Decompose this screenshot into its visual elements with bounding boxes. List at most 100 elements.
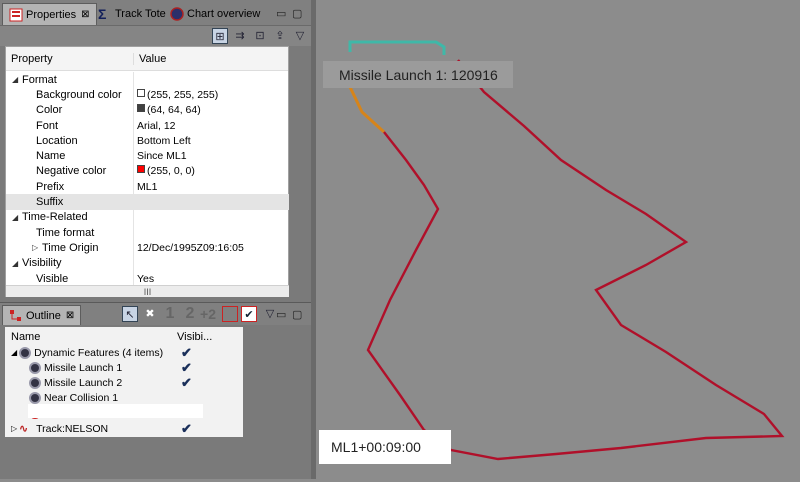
close-icon[interactable]: ⊠ [81,9,89,20]
minimize-icon[interactable]: ▭ [276,7,286,20]
dynamic-feature-icon [29,392,41,405]
outline-item[interactable]: ◢ Dynamic Features (4 items) [11,345,163,360]
categories-toggle-icon[interactable]: ⊞ [212,28,228,44]
selected-row-highlight [28,404,203,418]
outline-icon [9,309,23,323]
tab-properties[interactable]: Properties ⊠ [2,3,97,25]
visibility-check-icon[interactable]: ✔ [181,375,192,391]
view-menu-icon[interactable]: ▽ [292,28,308,44]
property-row[interactable]: Name Since ML1 [6,148,289,164]
orange-track-segment [348,86,386,134]
property-value[interactable]: (255, 255, 255) [147,89,218,101]
property-label: Location [36,134,78,147]
property-label: Font [36,119,59,132]
outline-item[interactable]: Missile Launch 1 [29,360,122,375]
pin-icon[interactable]: ⇪ [272,28,288,44]
property-label: Time Origin [42,241,99,254]
outline-item[interactable]: ▷ ∿ Track:NELSON [11,421,108,436]
globe-icon [170,7,184,21]
tab-label: Properties [26,8,77,21]
select-tool-icon[interactable]: ↖ [122,306,138,322]
property-label: Time-Related [22,211,88,224]
property-value[interactable]: ML1 [137,181,157,193]
tab-chart-overview[interactable]: Chart overview [164,3,266,25]
property-group-row[interactable]: ◢ Visibility [6,255,289,271]
property-row[interactable]: Color (64, 64, 64) [6,102,289,118]
property-group-row[interactable]: ◢ Format [6,72,289,88]
move-down-icon[interactable]: 2 [182,306,198,322]
properties-table: Property Value ◢ Format Background color (2… [5,46,289,297]
expanded-arrow-icon[interactable]: ◢ [11,348,17,357]
horizontal-scrollbar[interactable]: III [6,285,289,297]
filter-icon[interactable]: ⇉ [232,28,248,44]
expanded-arrow-icon[interactable]: ◢ [12,213,22,222]
property-row[interactable]: Visible Yes [6,270,289,287]
teal-track-segment [348,40,446,55]
dynamic-feature-icon [29,361,41,374]
property-row[interactable]: Font Arial, 12 [6,117,289,134]
hide-icon[interactable] [222,306,238,322]
dynamic-feature-icon [19,346,32,359]
property-row[interactable]: Background color (255, 255, 255) [6,87,289,103]
visibility-check-icon[interactable]: ✔ [181,360,192,376]
color-swatch-icon [137,104,145,113]
outline-item[interactable]: Missile Launch 2 [29,375,122,390]
color-swatch-icon [137,88,145,97]
property-label: Format [22,73,57,86]
maximize-icon[interactable]: ▢ [292,7,302,20]
restore-default-icon[interactable]: ⊡ [252,28,268,44]
property-row[interactable]: Negative color (255, 0, 0) [6,163,289,180]
move-plus-icon[interactable]: +2 [200,306,216,322]
col-property: Property [6,52,134,65]
close-icon[interactable]: ⊠ [66,310,74,321]
tab-outline[interactable]: Outline ⊠ [2,305,82,325]
expanded-arrow-icon[interactable]: ◢ [12,259,22,268]
collapsed-arrow-icon[interactable]: ▷ [11,424,17,433]
properties-tabbar: Properties ⊠ Σ Track Tote Chart overview… [0,0,311,26]
property-label: Prefix [36,180,65,193]
properties-icon [9,8,23,22]
outline-item-label: Track:NELSON [36,422,109,435]
tab-label: Outline [26,309,61,322]
collapse-icon[interactable]: ✖ [142,306,158,322]
property-value[interactable]: Bottom Left [137,135,191,147]
since-ml1-label: ML1+00:09:00 [319,430,451,464]
property-value[interactable]: (64, 64, 64) [147,104,201,116]
move-up-icon[interactable]: 1 [162,306,178,322]
property-value[interactable]: 12/Dec/1995Z09:16:05 [137,242,244,254]
col-name: Name [11,330,41,343]
col-value: Value [139,52,167,65]
property-group-row[interactable]: ◢ Time-Related [6,209,289,226]
property-label: Time format [36,226,95,239]
property-label: Name [36,150,66,163]
collapsed-arrow-icon[interactable]: ▷ [32,243,42,252]
dynamic-feature-icon [29,376,41,389]
outline-tree: Name Visibi... ◢ Dynamic Features (4 item… [5,327,243,437]
property-row[interactable]: Location Bottom Left [6,133,289,149]
tab-label: Track Tote [115,8,166,20]
property-value[interactable]: (255, 0, 0) [147,165,195,177]
outline-item-label: Near Collision 1 [44,392,119,405]
tab-track-tote[interactable]: Σ Track Tote [92,3,172,25]
nelson-track [366,59,785,461]
property-row[interactable]: Suffix [6,194,289,210]
expanded-arrow-icon[interactable]: ◢ [12,75,22,84]
outline-tabbar: Outline ⊠ ↖ ✖ 1 2 +2 ✔ ▽ ▭ ▢ [0,303,311,325]
property-label: Suffix [36,196,64,209]
property-value[interactable]: Yes [137,273,154,285]
property-label: Color [36,104,63,117]
col-visible: Visibi... [177,330,213,343]
property-row[interactable]: Prefix ML1 [6,179,289,195]
minimize-icon[interactable]: ▭ [276,308,286,321]
property-row[interactable]: ▷ Time Origin 12/Dec/1995Z09:16:05 [6,240,289,256]
track-icon: ∿ [19,422,28,435]
visibility-check-icon[interactable]: ✔ [181,345,192,361]
missile-launch-label: Missile Launch 1: 120916 [323,61,513,88]
maximize-icon[interactable]: ▢ [292,308,302,321]
outline-item-label: Missile Launch 1 [44,361,123,374]
visibility-check-icon[interactable]: ✔ [181,421,192,437]
property-value[interactable]: Since ML1 [137,150,187,162]
reveal-icon[interactable]: ✔ [241,306,257,322]
property-row[interactable]: Time format [6,225,289,241]
property-value[interactable]: Arial, 12 [137,120,176,132]
